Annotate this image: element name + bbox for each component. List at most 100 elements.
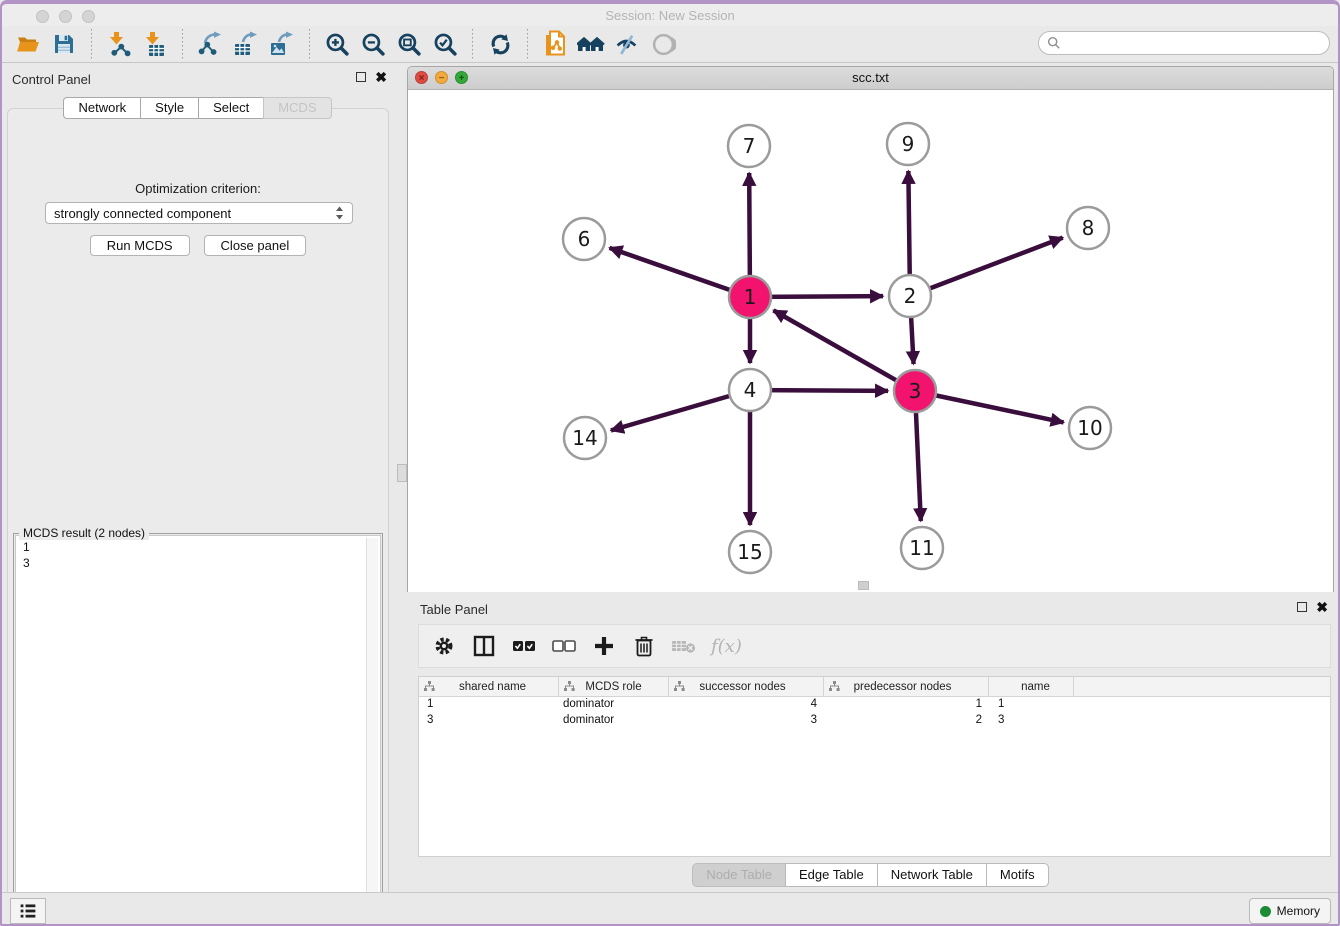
panel-split-divider[interactable] xyxy=(395,66,407,882)
cell-successor-nodes[interactable]: 4 xyxy=(669,697,824,713)
create-column-icon[interactable] xyxy=(591,633,617,659)
save-session-icon[interactable] xyxy=(49,30,79,58)
tab-style[interactable]: Style xyxy=(140,97,198,119)
result-scrollbar[interactable] xyxy=(366,538,378,906)
graph-edge-1-6[interactable] xyxy=(609,248,750,297)
column-type-icon xyxy=(564,681,575,692)
graph-node-label-11: 11 xyxy=(909,536,934,560)
graph-node-label-8: 8 xyxy=(1082,216,1095,240)
memory-button[interactable]: Memory xyxy=(1249,898,1331,924)
graph-edge-2-8[interactable] xyxy=(910,238,1063,296)
control-panel: Control Panel ✖ Optimization criterion: … xyxy=(0,66,395,882)
control-panel-tabs: Network Style Select MCDS xyxy=(0,97,395,119)
import-table-icon[interactable] xyxy=(140,30,170,58)
select-all-columns-icon[interactable] xyxy=(511,633,537,659)
folder-back xyxy=(18,38,36,43)
import-network-icon[interactable] xyxy=(104,30,134,58)
graph-node-label-10: 10 xyxy=(1077,416,1102,440)
divider-grip[interactable] xyxy=(397,464,407,482)
deselect-all-columns-icon[interactable] xyxy=(551,633,577,659)
float-panel-icon[interactable] xyxy=(356,72,366,82)
clone-network-icon[interactable] xyxy=(540,30,570,58)
network-window-title: scc.txt xyxy=(408,70,1333,85)
column-header-mcds-role[interactable]: MCDS role xyxy=(559,677,669,696)
zoom-in-icon[interactable] xyxy=(322,30,352,58)
cell-name[interactable]: 3 xyxy=(989,713,1074,729)
graph-node-label-1: 1 xyxy=(744,285,757,309)
select-stepper-icon xyxy=(335,206,344,220)
tab-mcds[interactable]: MCDS xyxy=(263,97,331,119)
search-input[interactable] xyxy=(1066,35,1329,51)
criterion-select[interactable]: strongly connected component xyxy=(45,202,353,224)
column-header-name[interactable]: name xyxy=(989,677,1074,696)
table-settings-gear-icon[interactable] xyxy=(431,633,457,659)
cell-mcds-role[interactable]: dominator xyxy=(559,697,669,713)
tab-select[interactable]: Select xyxy=(198,97,263,119)
close-panel-button[interactable]: Close panel xyxy=(204,235,307,256)
show-all-graphics-icon[interactable] xyxy=(648,30,678,58)
application-window: Session: New Session xyxy=(0,0,1340,926)
column-header-shared-name[interactable]: shared name xyxy=(419,677,559,696)
task-history-button[interactable] xyxy=(10,898,46,924)
memory-status-icon xyxy=(1260,906,1271,917)
tab-network-table[interactable]: Network Table xyxy=(877,863,986,887)
cell-shared-name[interactable]: 3 xyxy=(419,713,559,729)
cell-predecessor-nodes[interactable]: 1 xyxy=(824,697,989,713)
table-header-row: shared name MCDS role successor nodes pr… xyxy=(419,677,1330,697)
network-graph[interactable]: 7968124314101511 xyxy=(408,90,1333,590)
zoom-fit-icon[interactable] xyxy=(394,30,424,58)
control-panel-title: Control Panel xyxy=(12,72,91,87)
tab-motifs[interactable]: Motifs xyxy=(986,863,1049,887)
show-column-panel-icon[interactable] xyxy=(471,633,497,659)
cell-mcds-role[interactable]: dominator xyxy=(559,713,669,729)
toolbar-separator xyxy=(527,29,528,59)
toolbar-separator xyxy=(309,29,310,59)
function-builder-icon: f(x) xyxy=(711,636,742,657)
main-toolbar xyxy=(0,26,1340,63)
float-table-panel-icon[interactable] xyxy=(1297,602,1307,612)
canvas-scrollbar-handle[interactable] xyxy=(858,581,869,590)
table-row[interactable]: 3 dominator 3 2 3 xyxy=(419,713,1330,729)
graph-node-label-3: 3 xyxy=(909,379,922,403)
graph-edge-3-1[interactable] xyxy=(773,310,915,391)
control-panel-header: Control Panel ✖ xyxy=(0,66,395,92)
graph-node-label-9: 9 xyxy=(902,132,915,156)
apply-layout-icon[interactable] xyxy=(485,30,515,58)
mcds-result-title: MCDS result (2 nodes) xyxy=(19,526,149,540)
delete-column-icon[interactable] xyxy=(631,633,657,659)
column-type-icon xyxy=(829,681,840,692)
table-row[interactable]: 1 dominator 4 1 1 xyxy=(419,697,1330,713)
toolbar-separator xyxy=(182,29,183,59)
zoom-out-icon[interactable] xyxy=(358,30,388,58)
search-icon xyxy=(1047,36,1061,50)
search-box[interactable] xyxy=(1038,31,1330,55)
tab-edge-table[interactable]: Edge Table xyxy=(785,863,877,887)
close-panel-icon[interactable]: ✖ xyxy=(375,72,387,82)
cell-name[interactable]: 1 xyxy=(989,697,1074,713)
close-table-panel-icon[interactable]: ✖ xyxy=(1316,602,1328,612)
result-line: 1 xyxy=(23,539,380,555)
run-mcds-button[interactable]: Run MCDS xyxy=(90,235,190,256)
column-header-successor-nodes[interactable]: successor nodes xyxy=(669,677,824,696)
hide-selected-icon[interactable] xyxy=(612,30,642,58)
export-network-icon[interactable] xyxy=(195,30,225,58)
open-file-icon[interactable] xyxy=(13,30,43,58)
tab-node-table[interactable]: Node Table xyxy=(692,863,785,887)
graph-node-label-6: 6 xyxy=(578,227,591,251)
cell-predecessor-nodes[interactable]: 2 xyxy=(824,713,989,729)
node-table[interactable]: shared name MCDS role successor nodes pr… xyxy=(418,676,1331,857)
export-table-icon[interactable] xyxy=(231,30,261,58)
mcds-result-text[interactable]: 1 3 xyxy=(15,535,381,909)
first-neighbors-icon[interactable] xyxy=(576,30,606,58)
export-image-icon[interactable] xyxy=(267,30,297,58)
network-window-titlebar[interactable]: × − + scc.txt xyxy=(408,67,1333,90)
optimization-criterion-label: Optimization criterion: xyxy=(8,181,388,196)
tab-network[interactable]: Network xyxy=(63,97,140,119)
column-header-predecessor-nodes[interactable]: predecessor nodes xyxy=(824,677,989,696)
network-canvas[interactable]: 7968124314101511 xyxy=(408,90,1333,592)
cell-successor-nodes[interactable]: 3 xyxy=(669,713,824,729)
criterion-select-value: strongly connected component xyxy=(54,206,231,221)
graph-edge-3-10[interactable] xyxy=(915,391,1064,422)
zoom-selected-icon[interactable] xyxy=(430,30,460,58)
cell-shared-name[interactable]: 1 xyxy=(419,697,559,713)
